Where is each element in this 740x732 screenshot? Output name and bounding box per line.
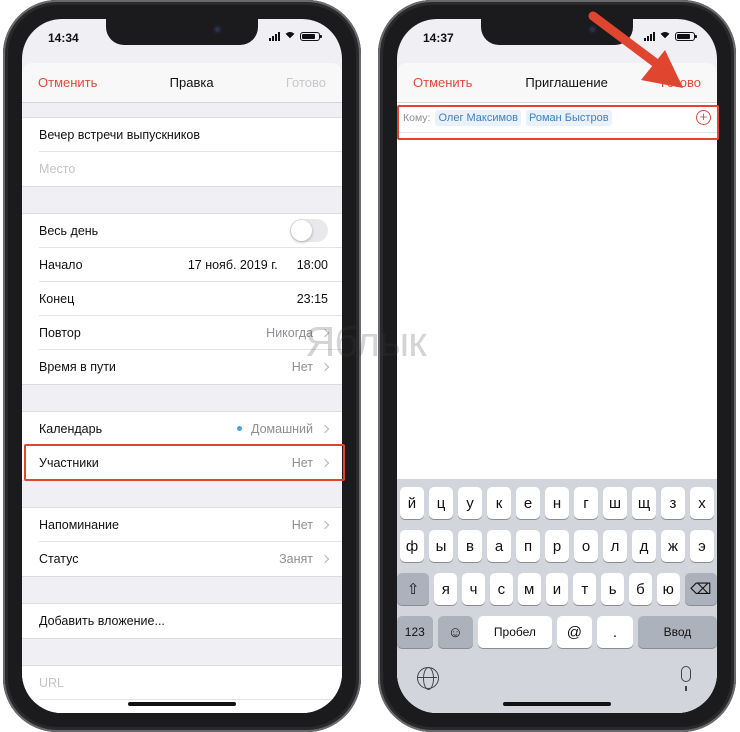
notch (106, 19, 258, 45)
time-group: Весь день Начало 17 нояб. 2019 г. 18:00 К… (22, 213, 342, 385)
keyboard-row-4: 123 ☺ Пробел @ . Ввод (397, 616, 717, 648)
left-screen: 14:34 Отменить Правка Готово Вечер встре… (22, 19, 342, 713)
home-indicator (128, 702, 236, 706)
done-button[interactable]: Готово (286, 75, 326, 90)
status-time: 14:34 (48, 31, 79, 45)
globe-icon[interactable] (417, 667, 439, 690)
status-time: 14:37 (423, 31, 454, 45)
key[interactable]: ы (429, 530, 453, 562)
event-title-field[interactable]: Вечер встречи выпускников (39, 118, 342, 152)
recipient-chip[interactable]: Роман Быстров (526, 109, 612, 126)
calendar-row[interactable]: Календарь Домашний (39, 412, 342, 446)
at-key[interactable]: @ (556, 616, 593, 648)
key[interactable]: ь (601, 573, 625, 605)
cancel-button[interactable]: Отменить (38, 75, 97, 90)
edit-event-sheet: Отменить Правка Готово Вечер встречи вып… (22, 63, 342, 713)
keyboard-row-3: ⇧ я ч с м и т ь б ю ⌫ (397, 573, 717, 605)
left-phone-frame: 14:34 Отменить Правка Готово Вечер встре… (3, 0, 361, 732)
calendar-color-dot (237, 426, 242, 431)
key[interactable]: ю (656, 573, 680, 605)
key[interactable]: х (690, 487, 714, 519)
key[interactable]: т (573, 573, 597, 605)
recipient-chip[interactable]: Олег Максимов (435, 109, 522, 126)
cancel-button[interactable]: Отменить (413, 75, 472, 90)
invitees-row[interactable]: Участники Нет (39, 446, 342, 480)
travel-time-row[interactable]: Время в пути Нет (39, 350, 342, 384)
title-location-group: Вечер встречи выпускников Место (22, 117, 342, 187)
backspace-key[interactable]: ⌫ (684, 573, 717, 605)
end-row[interactable]: Конец 23:15 (39, 282, 342, 316)
chevron-right-icon (320, 458, 330, 468)
key[interactable]: б (629, 573, 652, 605)
key[interactable]: ш (603, 487, 627, 519)
calendar-group: Календарь Домашний Участники Нет (22, 411, 342, 481)
dot-key[interactable]: . (597, 616, 633, 648)
key[interactable]: в (458, 530, 482, 562)
watermark-logo: Яблык (305, 318, 427, 365)
all-day-toggle[interactable] (290, 219, 328, 242)
key[interactable]: у (458, 487, 482, 519)
chevron-right-icon (320, 424, 330, 433)
wifi-icon (284, 32, 296, 41)
space-key[interactable]: Пробел (478, 616, 552, 648)
attachment-group: Добавить вложение... (22, 603, 342, 639)
location-field[interactable]: Место (39, 152, 342, 186)
add-attachment-row[interactable]: Добавить вложение... (39, 604, 342, 638)
key[interactable]: ж (661, 530, 685, 562)
key[interactable]: е (516, 487, 540, 519)
all-day-row: Весь день (39, 214, 342, 248)
emoji-key[interactable]: ☺ (437, 616, 474, 648)
url-field[interactable]: URL (39, 666, 342, 700)
recipients-field[interactable]: Кому: Олег Максимов Роман Быстров + (397, 103, 717, 133)
add-contact-button[interactable]: + (696, 110, 711, 125)
key[interactable]: й (400, 487, 424, 519)
key[interactable]: ф (400, 530, 424, 562)
key[interactable]: ч (462, 573, 485, 605)
key[interactable]: ц (429, 487, 453, 519)
key[interactable]: д (632, 530, 656, 562)
key[interactable]: р (545, 530, 569, 562)
key[interactable]: м (517, 573, 541, 605)
key[interactable]: г (574, 487, 598, 519)
alert-group: Напоминание Нет Статус Занят (22, 507, 342, 577)
right-screen: 14:37 Отменить Приглашение Готово Кому: … (397, 19, 717, 713)
page-title: Правка (169, 75, 214, 90)
keyboard: й ц у к е н г ш щ з х ф ы в а п р о л д … (397, 479, 717, 713)
home-indicator (503, 702, 611, 706)
key[interactable]: л (603, 530, 627, 562)
right-phone-frame: 14:37 Отменить Приглашение Готово Кому: … (378, 0, 736, 732)
shift-key[interactable]: ⇧ (397, 573, 430, 605)
battery-icon (300, 32, 322, 41)
microphone-icon[interactable] (681, 666, 691, 691)
return-key[interactable]: Ввод (637, 616, 717, 648)
keyboard-row-1: й ц у к е н г ш щ з х (397, 487, 717, 519)
key[interactable]: щ (632, 487, 656, 519)
key[interactable]: о (574, 530, 598, 562)
key[interactable]: к (487, 487, 511, 519)
nav-bar: Отменить Правка Готово (22, 63, 342, 103)
key[interactable]: я (434, 573, 458, 605)
key[interactable]: з (661, 487, 685, 519)
key[interactable]: э (690, 530, 714, 562)
key[interactable]: п (516, 530, 540, 562)
key[interactable]: а (487, 530, 511, 562)
chevron-right-icon (320, 554, 330, 564)
keyboard-row-2: ф ы в а п р о л д ж э (397, 530, 717, 562)
key[interactable]: с (489, 573, 513, 605)
numbers-key[interactable]: 123 (397, 616, 433, 648)
red-arrow-icon (588, 11, 683, 88)
cellular-signal-icon (269, 32, 280, 41)
chevron-right-icon (320, 520, 330, 529)
repeat-row[interactable]: Повтор Никогда (39, 316, 342, 350)
alert-row[interactable]: Напоминание Нет (39, 508, 342, 542)
show-as-row[interactable]: Статус Занят (39, 542, 342, 576)
key[interactable]: и (545, 573, 569, 605)
key[interactable]: н (545, 487, 569, 519)
start-row[interactable]: Начало 17 нояб. 2019 г. 18:00 (39, 248, 342, 282)
